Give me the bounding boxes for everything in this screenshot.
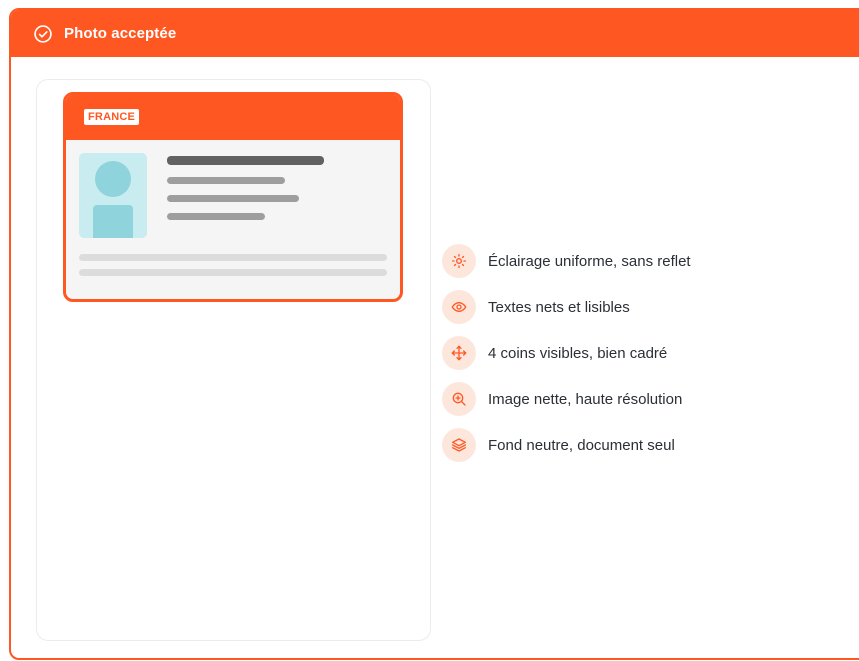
list-item: Image nette, haute résolution [442,381,691,417]
avatar-head-shape [95,161,131,197]
photo-requirements-list: Éclairage uniforme, sans reflet Textes n… [442,243,691,473]
list-item-label: Fond neutre, document seul [488,436,675,454]
id-card-illustration: FRANCE [63,92,403,302]
list-item: Fond neutre, document seul [442,427,691,463]
list-item: 4 coins visibles, bien cadré [442,335,691,371]
text-line-placeholder [167,195,299,202]
document-preview-card: FRANCE [36,79,431,641]
name-line-placeholder [167,156,324,165]
id-card-header-band: FRANCE [66,95,400,140]
accepted-photo-panel: Photo acceptée FRANCE [9,8,859,660]
text-line-placeholder [167,177,285,184]
list-item-label: Image nette, haute résolution [488,390,683,408]
panel-title: Photo acceptée [64,25,177,42]
mrz-line-placeholder [79,254,387,261]
id-photo-placeholder [79,153,147,238]
list-item: Éclairage uniforme, sans reflet [442,243,691,279]
panel-header: Photo acceptée [11,10,859,57]
text-line-placeholder [167,213,265,220]
list-item-label: Textes nets et lisibles [488,298,630,316]
check-circle-icon [33,24,53,44]
sun-icon [442,244,476,278]
avatar-body-shape [93,205,133,238]
eye-icon [442,290,476,324]
country-badge: FRANCE [84,109,140,125]
layers-icon [442,428,476,462]
list-item: Textes nets et lisibles [442,289,691,325]
mrz-line-placeholder [79,269,387,276]
list-item-label: Éclairage uniforme, sans reflet [488,252,691,270]
zoom-in-icon [442,382,476,416]
move-arrows-icon [442,336,476,370]
list-item-label: 4 coins visibles, bien cadré [488,344,668,362]
